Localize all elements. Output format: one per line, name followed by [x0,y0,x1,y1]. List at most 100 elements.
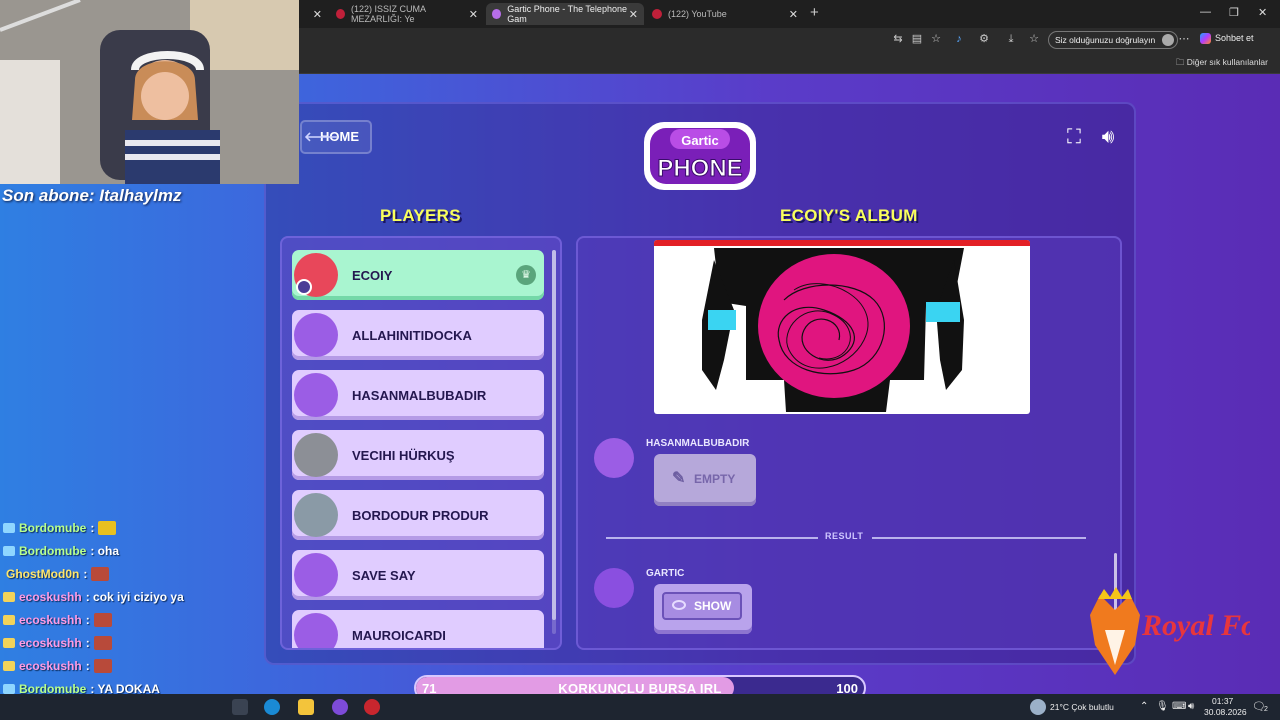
chat-user: Bordomube [19,543,87,558]
minimize-icon[interactable]: — [1200,6,1211,18]
app-icon[interactable] [332,699,348,715]
chat-text: : [85,658,90,673]
player-card[interactable]: ECOIY ♛ [292,250,544,300]
downloads-icon[interactable]: ⤓ [1005,33,1017,45]
badge-icon [3,614,15,625]
notification-count: 2 [1264,706,1268,713]
crown-icon: ♛ [516,265,536,285]
chat-user: ecoskushh [19,589,82,604]
player-card[interactable]: SAVE SAY [292,550,544,600]
close-tab-icon[interactable]: ✕ [789,8,798,21]
browser-tab-2[interactable]: Gartic Phone - The Telephone Gam ✕ [486,3,644,25]
network-icon[interactable]: ⌨ [1172,701,1186,712]
entry-author: GARTIC [646,568,685,579]
show-button-inner[interactable]: SHOW [662,592,742,620]
youtube-favicon-icon [336,9,346,19]
album-title: ECOIY'S ALBUM [780,206,918,225]
player-card[interactable]: VECIHI HÜRKUŞ [292,430,544,480]
chat-user: Bordomube [19,520,87,535]
weather-label[interactable]: 21°C Çok bulutlu [1050,702,1114,712]
gartic-phone-logo: Gartic PHONE [640,120,760,192]
badge-icon [3,591,15,602]
bird-avatar [294,373,338,417]
result-divider-right [872,537,1086,539]
copilot-chat-button[interactable]: Sohbet et [1200,33,1254,45]
chat-user: ecoskushh [19,612,82,627]
chat-text: : [85,612,90,627]
chat-user: ecoskushh [19,658,82,673]
show-result-button[interactable]: SHOW [654,584,752,634]
tray-chevron-icon[interactable]: ⌃ [1140,701,1148,712]
collections-icon[interactable]: ☆ [1028,33,1040,45]
empty-label: EMPTY [694,472,736,486]
emote-icon [93,658,112,673]
recorder-icon[interactable] [364,699,380,715]
badge-icon [3,637,15,648]
chat-text: : [90,520,95,535]
chat-message: Bordomube : oha [0,539,280,562]
favorite-star-icon[interactable]: ☆ [930,33,942,45]
signin-button[interactable]: Siz olduğunuzu doğrulayın [1048,31,1179,49]
microphone-icon[interactable]: 🎙︎ [1156,701,1169,712]
bird-avatar [594,438,634,478]
speaker-icon[interactable]: 🔊︎ [1188,701,1194,712]
more-menu-icon[interactable]: ⋯ [1178,33,1190,45]
strawberry-avatar [294,253,338,297]
emote-icon [91,566,110,581]
fullscreen-icon[interactable]: ⛶ [1062,125,1086,149]
player-name: HASANMALBUBADIR [352,387,487,403]
clock-date[interactable]: 30.08.2026 [1204,707,1247,717]
emote-icon [93,635,112,650]
chat-user: GhostMod0n [6,566,80,581]
other-bookmarks-folder[interactable]: 🗀 Diğer sık kullanılanlar [1176,57,1268,71]
chat-text: : [85,635,90,650]
webcam-overlay [0,0,299,184]
player-card[interactable]: HASANMALBUBADIR [292,370,544,420]
players-scroll-thumb[interactable] [552,250,556,620]
copilot-icon [1200,33,1211,45]
entry-author: HASANMALBUBADIR [646,438,750,449]
audio-playing-icon[interactable]: ♪ [953,33,965,45]
extensions-icon[interactable]: ⚙ [978,33,990,45]
royal-foxes-logo: Royal Foxes [1070,585,1280,685]
signin-label: Siz olduğunuzu doğrulayın [1055,35,1156,45]
last-subscriber-label: Son abone: Italhaylmz [2,186,182,205]
translate-icon[interactable]: ⇆ [892,33,904,45]
stream-chat: Bordomube : Bordomube : oha GhostMod0n :… [0,516,280,700]
browser-tab-3[interactable]: (122) YouTube ✕ [646,3,804,25]
home-button[interactable]: 🡐 HOME [300,120,372,154]
new-tab-icon[interactable]: + [810,4,819,21]
pilot-bird-avatar [294,433,338,477]
player-name: SAVE SAY [352,567,416,583]
player-card[interactable]: BORDODUR PRODUR [292,490,544,540]
reader-icon[interactable]: ▤ [911,33,923,45]
chat-message: ecoskushh : [0,631,280,654]
host-user-icon [296,279,312,295]
browser-tab-1[interactable]: (122) ISSIZ CUMA MEZARLIĞI: Ye ✕ [330,3,484,25]
volume-icon[interactable]: 🔊︎ [1096,125,1120,149]
result-divider-left [606,537,818,539]
close-tab-icon[interactable]: ✕ [629,8,638,21]
browser-tab-partial[interactable]: ✕ [298,3,328,25]
badge-icon [3,660,15,671]
edge-icon[interactable] [264,699,280,715]
weather-icon[interactable] [1030,699,1046,715]
player-card[interactable]: MAUROICARDI [292,610,544,648]
restore-icon[interactable]: ❐ [1229,6,1239,19]
result-label: RESULT [825,531,864,541]
clock-time[interactable]: 01:37 [1212,696,1233,706]
close-tab-icon[interactable]: ✕ [469,8,478,21]
players-list[interactable]: ECOIY ♛ ALLAHINITIDOCKA HASANMALBUBADIR … [280,236,562,650]
chat-message: Bordomube : [0,516,280,539]
bird-avatar [294,313,338,357]
task-view-icon[interactable] [232,699,248,715]
profile-avatar [1162,34,1175,46]
badge-icon [3,522,15,533]
chat-message: ecoskushh : cok iyi ciziyo ya [0,585,280,608]
badge-icon [3,545,15,556]
player-card[interactable]: ALLAHINITIDOCKA [292,310,544,360]
emote-icon [98,520,117,535]
file-explorer-icon[interactable] [298,699,314,715]
close-window-icon[interactable]: ✕ [1258,6,1267,19]
close-tab-icon[interactable]: ✕ [313,8,322,21]
